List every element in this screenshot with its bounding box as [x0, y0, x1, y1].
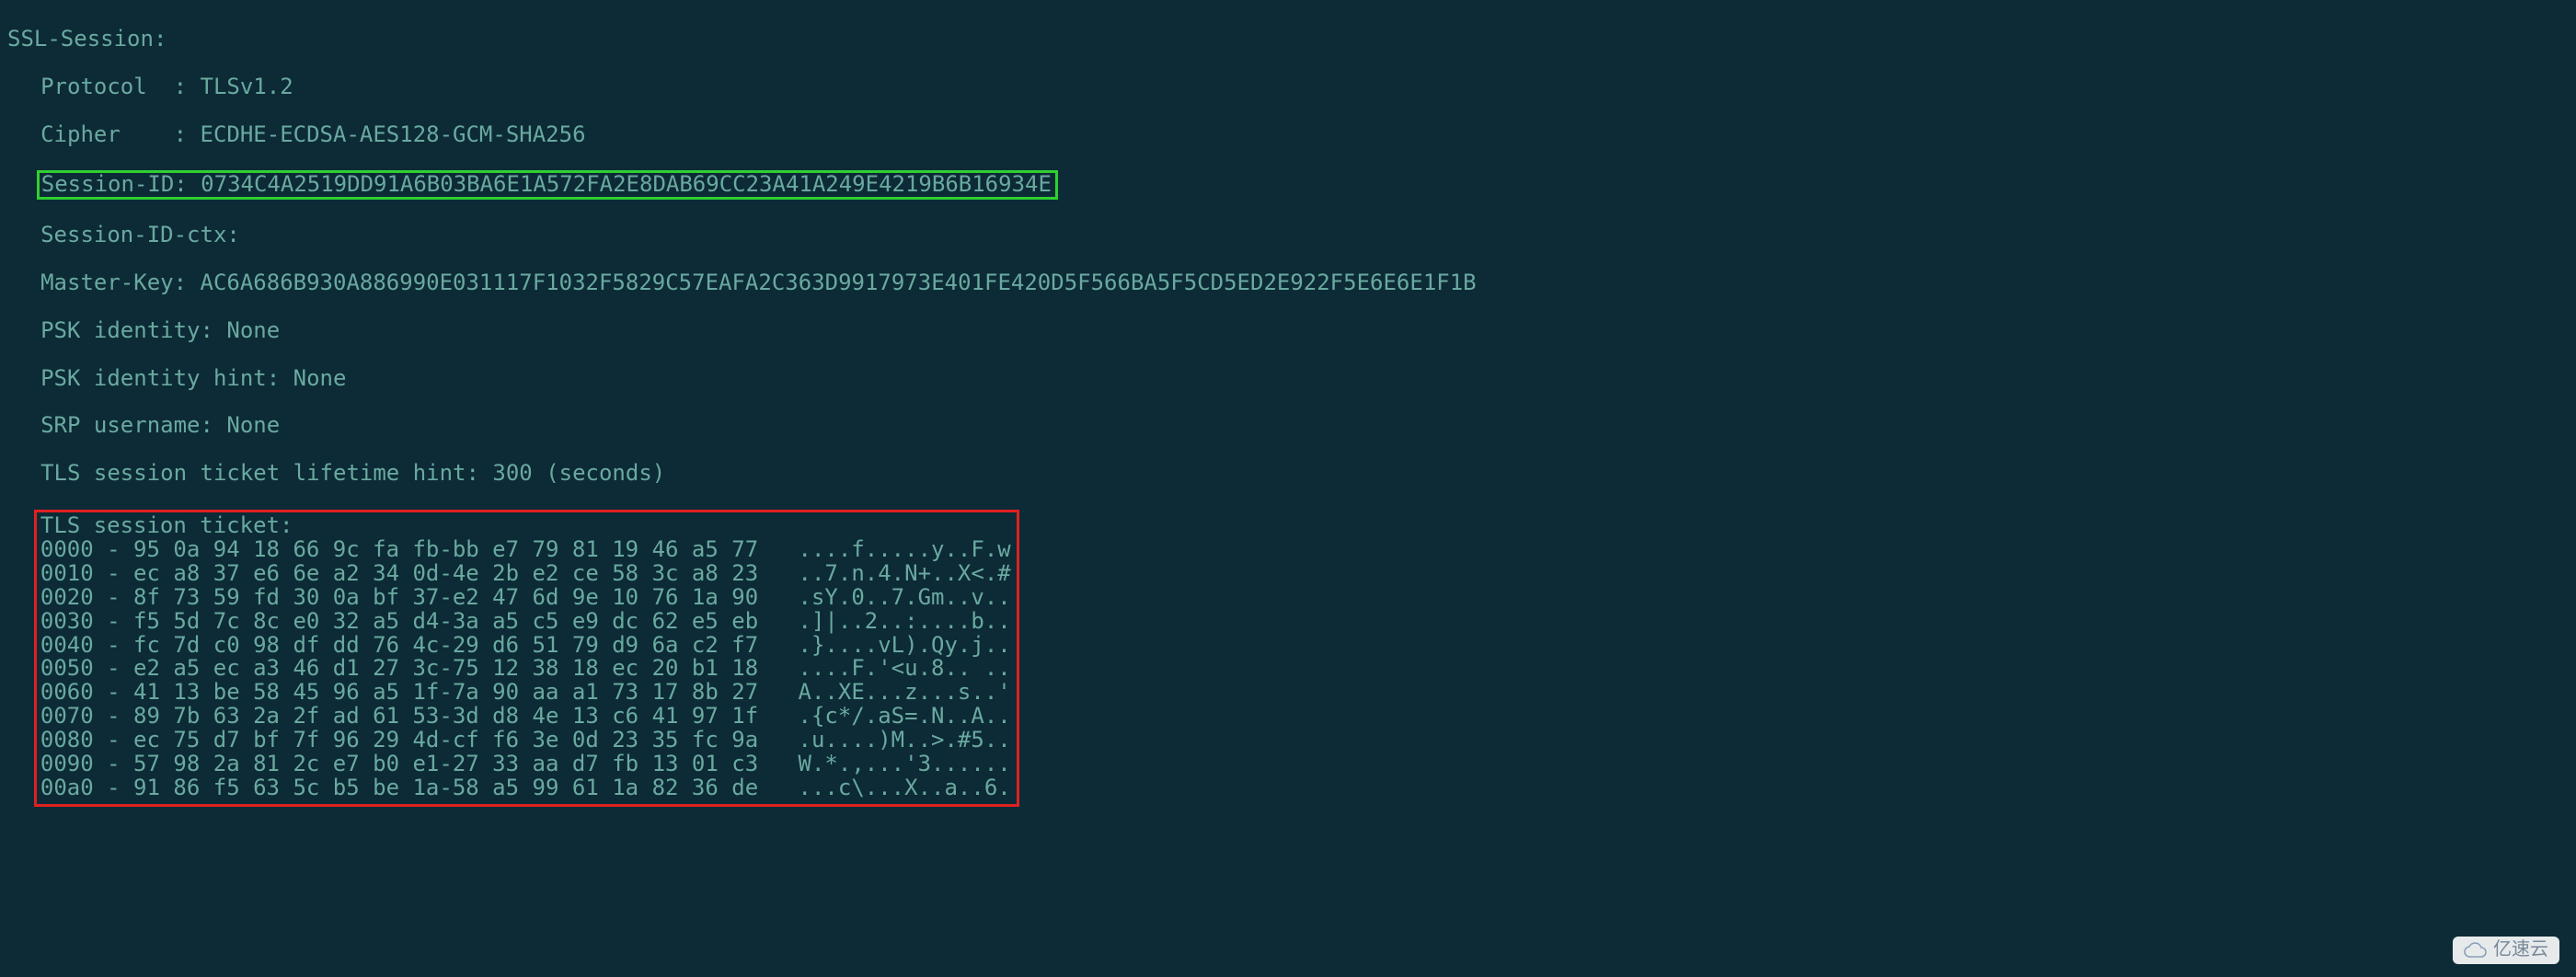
ticket-ascii: A..XE...z...s..' [799, 679, 1011, 705]
psk-identity-hint-label: PSK identity hint: [40, 365, 293, 391]
ticket-offset: 0020 [40, 584, 94, 610]
ticket-hex: e2 a5 ec a3 46 d1 27 3c-75 12 38 18 ec 2… [133, 655, 758, 681]
ticket-ascii: ..7.n.4.N+..X<.# [799, 560, 1011, 586]
ticket-offset: 0060 [40, 679, 94, 705]
session-ticket-header: TLS session ticket: [40, 514, 1011, 538]
master-key-value: AC6A686B930A886990E031117F1032F5829C57EA… [201, 270, 1477, 295]
ticket-row: 0040 - fc 7d c0 98 df dd 76 4c-29 d6 51 … [40, 634, 1011, 658]
ticket-hex: ec a8 37 e6 6e a2 34 0d-4e 2b e2 ce 58 3… [133, 560, 758, 586]
psk-identity-hint-line: PSK identity hint: None [7, 367, 2569, 391]
ticket-ascii: .u....)M..>.#5.. [799, 727, 1011, 753]
ticket-ascii: .{c*/.aS=.N..A.. [799, 703, 1011, 729]
ticket-hex: f5 5d 7c 8c e0 32 a5 d4-3a a5 c5 e9 dc 6… [133, 608, 758, 634]
ticket-row: 0000 - 95 0a 94 18 66 9c fa fb-bb e7 79 … [40, 538, 1011, 562]
ticket-offset: 0090 [40, 751, 94, 776]
watermark-badge: 亿速云 [2453, 937, 2559, 964]
session-ticket-highlight: TLS session ticket:0000 - 95 0a 94 18 66… [34, 510, 1019, 807]
ticket-ascii: .}....vL).Qy.j.. [799, 632, 1011, 658]
ticket-offset: 0040 [40, 632, 94, 658]
ticket-ascii: .sY.0..7.Gm..v.. [799, 584, 1011, 610]
ticket-offset: 0030 [40, 608, 94, 634]
psk-identity-value: None [226, 317, 280, 343]
ticket-hex: 57 98 2a 81 2c e7 b0 e1-27 33 aa d7 fb 1… [133, 751, 758, 776]
ticket-row: 0050 - e2 a5 ec a3 46 d1 27 3c-75 12 38 … [40, 657, 1011, 681]
ticket-row: 0060 - 41 13 be 58 45 96 a5 1f-7a 90 aa … [40, 681, 1011, 705]
master-key-label: Master-Key: [40, 270, 200, 295]
session-id-ctx-label: Session-ID-ctx: [40, 222, 240, 247]
ticket-lifetime-value: 300 (seconds) [492, 460, 665, 486]
ssl-session-header: SSL-Session: [7, 28, 2569, 52]
cloud-icon [2464, 942, 2488, 959]
ticket-ascii: W.*.,...'3...... [799, 751, 1011, 776]
ticket-offset: 0010 [40, 560, 94, 586]
cipher-line: Cipher : ECDHE-ECDSA-AES128-GCM-SHA256 [7, 123, 2569, 147]
srp-username-line: SRP username: None [7, 414, 2569, 438]
ticket-hex: 8f 73 59 fd 30 0a bf 37-e2 47 6d 9e 10 7… [133, 584, 758, 610]
srp-username-label: SRP username: [40, 412, 226, 438]
cipher-value: ECDHE-ECDSA-AES128-GCM-SHA256 [201, 121, 586, 147]
ticket-row: 0020 - 8f 73 59 fd 30 0a bf 37-e2 47 6d … [40, 586, 1011, 610]
ticket-lifetime-line: TLS session ticket lifetime hint: 300 (s… [7, 462, 2569, 486]
ticket-offset: 0000 [40, 536, 94, 562]
ticket-ascii: ....F.'<u.8.. .. [799, 655, 1011, 681]
protocol-value: TLSv1.2 [201, 74, 293, 99]
ticket-offset: 0050 [40, 655, 94, 681]
terminal-output: SSL-Session: Protocol : TLSv1.2 Cipher :… [0, 0, 2576, 838]
session-id-highlight: Session-ID: 0734C4A2519DD91A6B03BA6E1A57… [37, 170, 1058, 200]
ticket-ascii: .]|..2..:....b.. [799, 608, 1011, 634]
ticket-row: 0080 - ec 75 d7 bf 7f 96 29 4d-cf f6 3e … [40, 729, 1011, 753]
ticket-ascii: ....f.....y..F.w [799, 536, 1011, 562]
ticket-hex: fc 7d c0 98 df dd 76 4c-29 d6 51 79 d9 6… [133, 632, 758, 658]
psk-identity-hint-value: None [293, 365, 347, 391]
ticket-offset: 0080 [40, 727, 94, 753]
ticket-ascii: ...c\...X..a..6. [799, 775, 1011, 800]
session-id-value: 0734C4A2519DD91A6B03BA6E1A572FA2E8DAB69C… [201, 171, 1052, 197]
ticket-lifetime-label: TLS session ticket lifetime hint: [40, 460, 492, 486]
ticket-hex: ec 75 d7 bf 7f 96 29 4d-cf f6 3e 0d 23 3… [133, 727, 758, 753]
ticket-row: 0030 - f5 5d 7c 8c e0 32 a5 d4-3a a5 c5 … [40, 610, 1011, 634]
psk-identity-label: PSK identity: [40, 317, 226, 343]
psk-identity-line: PSK identity: None [7, 319, 2569, 343]
ticket-hex: 41 13 be 58 45 96 a5 1f-7a 90 aa a1 73 1… [133, 679, 758, 705]
ticket-hex: 89 7b 63 2a 2f ad 61 53-3d d8 4e 13 c6 4… [133, 703, 758, 729]
protocol-label: Protocol : [40, 74, 200, 99]
ticket-row: 0070 - 89 7b 63 2a 2f ad 61 53-3d d8 4e … [40, 705, 1011, 729]
session-id-label: Session-ID: [41, 171, 201, 197]
ticket-row: 0090 - 57 98 2a 81 2c e7 b0 e1-27 33 aa … [40, 753, 1011, 776]
ticket-row: 0010 - ec a8 37 e6 6e a2 34 0d-4e 2b e2 … [40, 562, 1011, 586]
watermark-text: 亿速云 [2493, 940, 2548, 960]
session-id-ctx-line: Session-ID-ctx: [7, 224, 2569, 247]
ticket-hex: 91 86 f5 63 5c b5 be 1a-58 a5 99 61 1a 8… [133, 775, 758, 800]
ticket-offset: 0070 [40, 703, 94, 729]
srp-username-value: None [226, 412, 280, 438]
protocol-line: Protocol : TLSv1.2 [7, 75, 2569, 99]
ticket-offset: 00a0 [40, 775, 94, 800]
cipher-label: Cipher : [40, 121, 200, 147]
ticket-row: 00a0 - 91 86 f5 63 5c b5 be 1a-58 a5 99 … [40, 776, 1011, 800]
ticket-hex: 95 0a 94 18 66 9c fa fb-bb e7 79 81 19 4… [133, 536, 758, 562]
master-key-line: Master-Key: AC6A686B930A886990E031117F10… [7, 271, 2569, 295]
